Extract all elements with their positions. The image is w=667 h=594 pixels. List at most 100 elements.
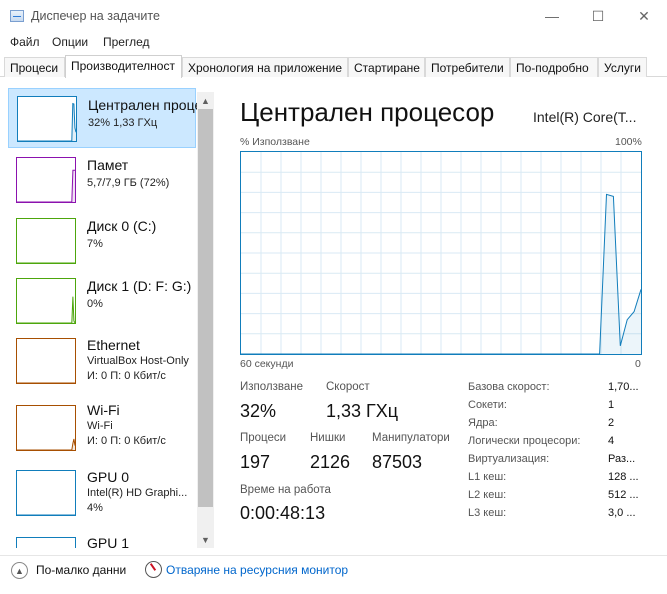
disk0-thumbnail-graph [16, 218, 76, 264]
sidebar-item-label: Диск 1 (D: F: G:) [87, 278, 192, 294]
logical-processors-label: Логически процесори: [468, 435, 581, 447]
usage-value: 32% [240, 401, 277, 421]
sockets-label: Сокети: [468, 399, 507, 411]
l1-cache-label: L1 кеш: [468, 471, 507, 483]
tab-processes[interactable]: Процеси [4, 57, 65, 77]
thumbnail-series-line [17, 296, 75, 323]
uptime-label: Време на работа [240, 484, 331, 496]
footer-bar: ▲ По-малко данни Отваряне на ресурсния м… [0, 555, 667, 583]
sidebar-item-memory[interactable]: Памет 5,7/7,9 ГБ (72%) [8, 150, 196, 210]
thumbnail-series-line [17, 169, 75, 202]
scrollbar-thumb[interactable] [198, 109, 213, 507]
sidebar-item-disk1[interactable]: Диск 1 (D: F: G:) 0% [8, 271, 196, 331]
task-manager-icon [10, 10, 24, 22]
resource-monitor-icon[interactable] [145, 561, 162, 578]
page-title: Централен процесор [240, 97, 495, 127]
thumbnail-series-line [17, 438, 75, 450]
sockets-value: 1 [608, 399, 615, 411]
open-resource-monitor-link[interactable]: Отваряне на ресурсния монитор [166, 563, 348, 577]
sidebar-item-throughput: И: 0 П: 0 Кбит/с [87, 370, 166, 382]
sidebar-item-disk0[interactable]: Диск 0 (C:) 7% [8, 211, 196, 271]
tab-services[interactable]: Услуги [598, 57, 647, 77]
tab-app-history[interactable]: Хронология на приложение [182, 57, 348, 77]
sidebar-item-wifi[interactable]: Wi-Fi Wi-Fi И: 0 П: 0 Кбит/с [8, 396, 196, 456]
processes-label: Процеси [240, 432, 287, 444]
sidebar-item-adapter: Intel(R) HD Graphi... [87, 487, 188, 499]
resource-sidebar: Централен процесор 32% 1,33 ГХц Памет 5,… [0, 78, 214, 548]
sidebar-item-label: GPU 1 [87, 535, 130, 548]
sidebar-scrollbar[interactable]: ▲ ▼ [197, 92, 214, 548]
cpu-model-name: Intel(R) Core(T... [533, 109, 637, 125]
scroll-up-arrow-icon[interactable]: ▲ [197, 92, 214, 109]
threads-label: Нишки [310, 432, 346, 444]
cores-value: 2 [608, 417, 615, 429]
graph-x-label: 60 секунди [240, 358, 294, 370]
scroll-down-arrow-icon[interactable]: ▼ [197, 531, 214, 548]
sidebar-item-label: Ethernet [87, 337, 140, 353]
sidebar-item-throughput: И: 0 П: 0 Кбит/с [87, 435, 166, 447]
chevron-up-icon[interactable]: ▲ [11, 562, 28, 579]
cpu-usage-graph [240, 151, 642, 355]
cores-label: Ядра: [468, 417, 498, 429]
tab-users[interactable]: Потребители [425, 57, 510, 77]
title-bar: Диспечер на задачите — ☐ ✕ [0, 0, 667, 32]
tab-performance[interactable]: Производителност [65, 55, 182, 78]
window-title: Диспечер на задачите [31, 9, 160, 23]
menu-bar: Файл Опции Преглед [0, 33, 667, 53]
sidebar-item-label: GPU 0 [87, 469, 130, 485]
thumbnail-series-area [17, 439, 75, 450]
minimize-button[interactable]: — [529, 0, 575, 32]
sidebar-item-adapter: Wi-Fi [87, 420, 113, 432]
menu-file[interactable]: Файл [10, 35, 40, 49]
menu-options[interactable]: Опции [52, 35, 88, 49]
sidebar-item-cpu[interactable]: Централен процесор 32% 1,33 ГХц [8, 88, 198, 148]
sidebar-item-label: Памет [87, 157, 129, 173]
thumbnail-series-line [18, 102, 76, 141]
sidebar-item-label: Централен процесор [88, 97, 198, 113]
usage-label: Използване [240, 381, 304, 393]
graph-y-max-label: 100% [615, 136, 642, 148]
sidebar-item-value: 7% [87, 238, 103, 250]
ethernet-thumbnail-graph [16, 338, 76, 384]
l1-cache-value: 128 ... [608, 471, 639, 483]
memory-thumbnail-graph [16, 157, 76, 203]
gpu0-thumbnail-graph [16, 470, 76, 516]
sidebar-item-gpu0[interactable]: GPU 0 Intel(R) HD Graphi... 4% [8, 463, 196, 523]
gpu1-thumbnail-graph [16, 537, 76, 548]
virtualization-label: Виртуализация: [468, 453, 550, 465]
sidebar-item-value: 32% 1,33 ГХц [88, 117, 158, 129]
thumbnail-series-area [17, 170, 75, 202]
sidebar-item-value: 0% [87, 298, 103, 310]
thumbnail-series-area [17, 296, 75, 323]
tab-details[interactable]: По-подробно [510, 57, 598, 77]
threads-value: 2126 [310, 452, 351, 472]
sidebar-item-label: Wi-Fi [87, 402, 120, 418]
speed-label: Скорост [326, 381, 370, 393]
l3-cache-label: L3 кеш: [468, 507, 507, 519]
sidebar-item-label: Диск 0 (C:) [87, 218, 157, 234]
sidebar-item-ethernet[interactable]: Ethernet VirtualBox Host-Only И: 0 П: 0 … [8, 331, 196, 391]
l2-cache-value: 512 ... [608, 489, 639, 501]
wifi-thumbnail-graph [16, 405, 76, 451]
virtualization-value: Раз... [608, 453, 636, 465]
tab-strip: Процеси Производителност Хронология на п… [0, 55, 667, 78]
fewer-details-link[interactable]: По-малко данни [36, 563, 126, 577]
disk1-thumbnail-graph [16, 278, 76, 324]
uptime-value: 0:00:48:13 [240, 503, 326, 523]
sidebar-item-value: 4% [87, 502, 103, 514]
logical-processors-value: 4 [608, 435, 615, 447]
processes-value: 197 [240, 452, 271, 472]
base-speed-label: Базова скорост: [468, 381, 550, 393]
thumbnail-series-area [18, 103, 76, 141]
maximize-button[interactable]: ☐ [575, 0, 621, 32]
sidebar-item-value: 5,7/7,9 ГБ (72%) [87, 177, 170, 189]
menu-view[interactable]: Преглед [103, 35, 150, 49]
speed-value: 1,33 ГХц [326, 401, 399, 421]
tab-startup[interactable]: Стартиране [348, 57, 425, 77]
graph-x-end-label: 0 [635, 358, 641, 370]
cpu-thumbnail-graph [17, 96, 77, 142]
handles-value: 87503 [372, 452, 423, 472]
sidebar-item-gpu1[interactable]: GPU 1 [8, 530, 196, 548]
close-button[interactable]: ✕ [621, 0, 667, 32]
graph-y-label: % Използване [240, 136, 310, 148]
